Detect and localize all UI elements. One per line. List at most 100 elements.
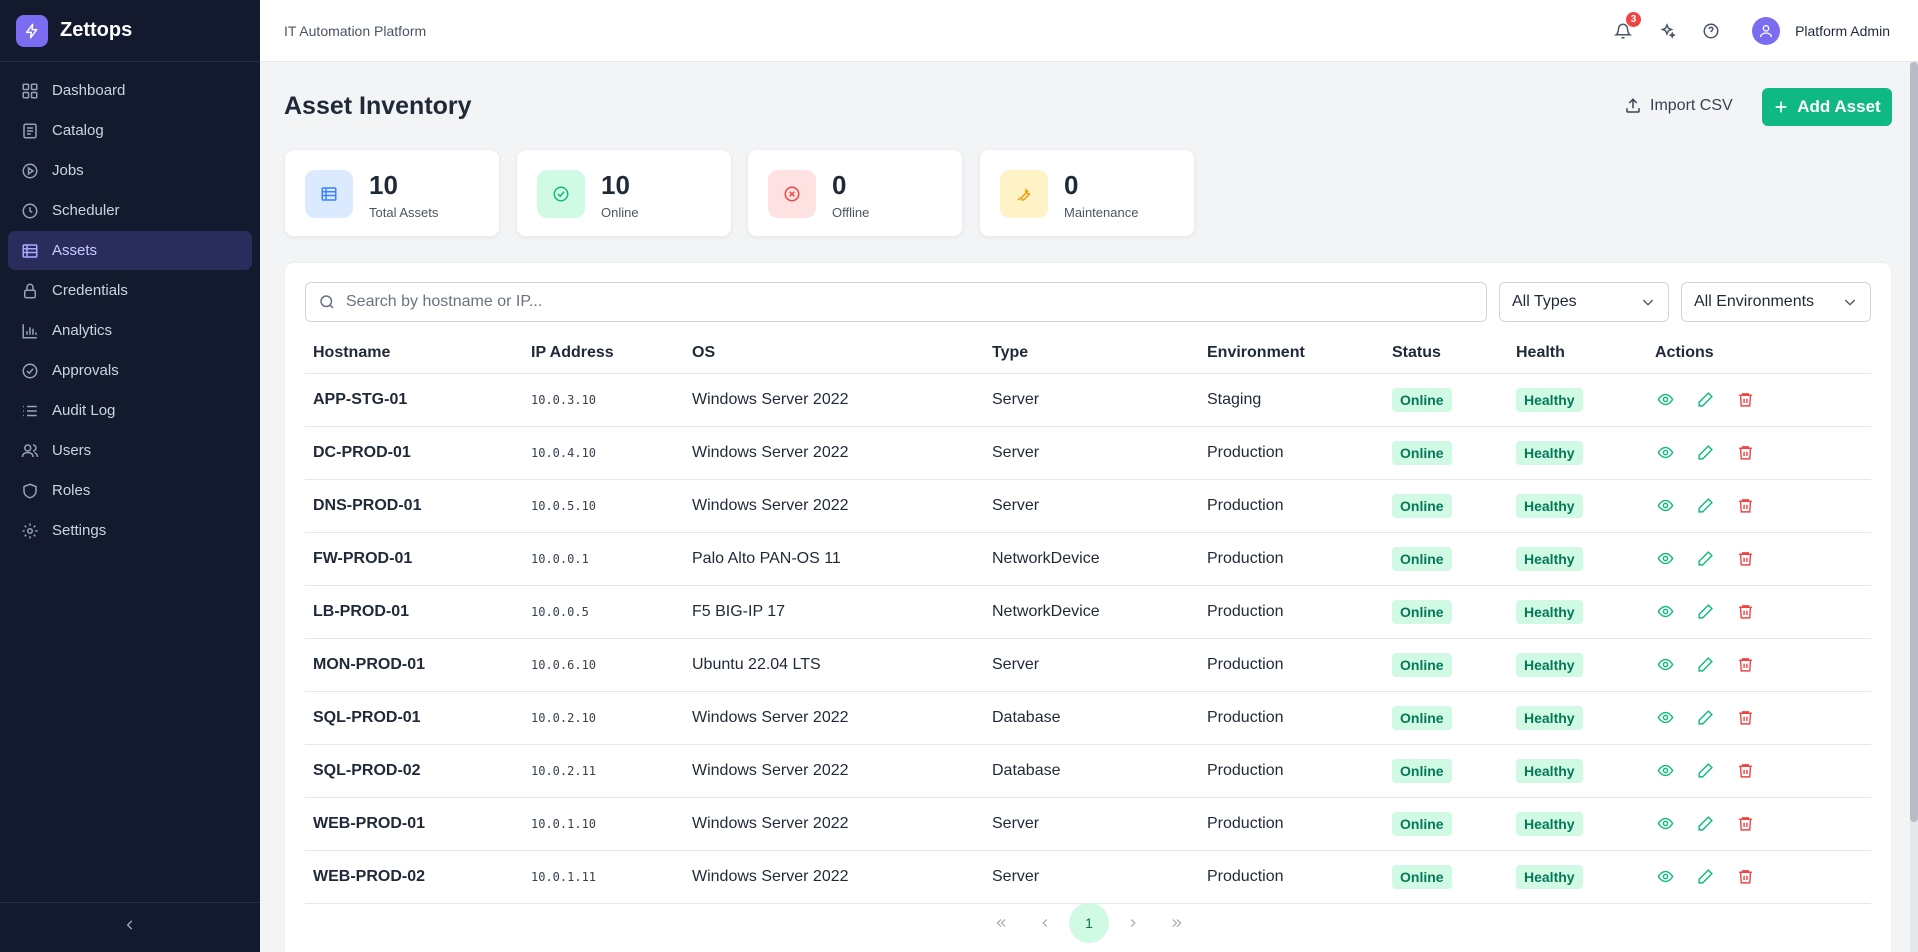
search-input[interactable] bbox=[346, 293, 1446, 311]
pencil-icon[interactable] bbox=[1695, 814, 1715, 834]
pencil-icon[interactable] bbox=[1695, 549, 1715, 569]
cell-status: Online bbox=[1384, 691, 1508, 745]
help-icon[interactable] bbox=[1700, 20, 1722, 42]
sidebar-item-jobs[interactable]: Jobs bbox=[8, 151, 252, 190]
cell-health: Healthy bbox=[1508, 797, 1647, 851]
pencil-icon[interactable] bbox=[1695, 867, 1715, 887]
trash-icon[interactable] bbox=[1735, 761, 1755, 781]
column-header-type[interactable]: Type bbox=[984, 333, 1199, 374]
eye-icon[interactable] bbox=[1655, 814, 1675, 834]
table-row[interactable]: DNS-PROD-01 10.0.5.10 Windows Server 202… bbox=[305, 479, 1871, 533]
sidebar-item-assets[interactable]: Assets bbox=[8, 231, 252, 270]
table-row[interactable]: MON-PROD-01 10.0.6.10 Ubuntu 22.04 LTS S… bbox=[305, 638, 1871, 692]
stat-card-offline: 0 Offline bbox=[747, 149, 963, 237]
sidebar-item-catalog[interactable]: Catalog bbox=[8, 111, 252, 150]
type-filter-select[interactable]: All Types bbox=[1499, 282, 1669, 322]
eye-icon[interactable] bbox=[1655, 390, 1675, 410]
page-number-current[interactable]: 1 bbox=[1069, 903, 1109, 943]
bell-icon[interactable]: 3 bbox=[1612, 12, 1642, 42]
sidebar-item-scheduler[interactable]: Scheduler bbox=[8, 191, 252, 230]
sidebar-item-dashboard[interactable]: Dashboard bbox=[8, 71, 252, 110]
avatar[interactable] bbox=[1752, 17, 1781, 45]
sidebar-item-label: Jobs bbox=[52, 162, 84, 179]
column-header-ip[interactable]: IP Address bbox=[523, 333, 684, 374]
sidebar-item-users[interactable]: Users bbox=[8, 431, 252, 470]
brand[interactable]: Zettops bbox=[0, 0, 260, 62]
search-box[interactable] bbox=[305, 282, 1487, 322]
pencil-icon[interactable] bbox=[1695, 655, 1715, 675]
next-page-icon[interactable] bbox=[1113, 903, 1153, 943]
sidebar-item-label: Roles bbox=[52, 482, 91, 499]
import-csv-button[interactable]: Import CSV bbox=[1624, 88, 1742, 124]
prev-page-icon[interactable] bbox=[1025, 903, 1065, 943]
add-asset-button[interactable]: Add Asset bbox=[1762, 88, 1892, 126]
trash-icon[interactable] bbox=[1735, 496, 1755, 516]
user-name[interactable]: Platform Admin bbox=[1795, 23, 1890, 39]
pencil-icon[interactable] bbox=[1695, 390, 1715, 410]
first-page-icon[interactable] bbox=[981, 903, 1021, 943]
column-header-hostname[interactable]: Hostname bbox=[305, 333, 523, 374]
cell-environment: Production bbox=[1199, 532, 1384, 586]
table-row[interactable]: LB-PROD-01 10.0.0.5 F5 BIG-IP 17 Network… bbox=[305, 585, 1871, 639]
health-badge: Healthy bbox=[1516, 387, 1583, 412]
eye-icon[interactable] bbox=[1655, 867, 1675, 887]
sparkles-icon[interactable] bbox=[1656, 20, 1678, 42]
trash-icon[interactable] bbox=[1735, 655, 1755, 675]
column-header-status[interactable]: Status bbox=[1384, 333, 1508, 374]
check-circle-icon bbox=[537, 170, 585, 218]
table-row[interactable]: SQL-PROD-01 10.0.2.10 Windows Server 202… bbox=[305, 691, 1871, 745]
pencil-icon[interactable] bbox=[1695, 602, 1715, 622]
sidebar-collapse-button[interactable] bbox=[0, 902, 260, 952]
table-row[interactable]: FW-PROD-01 10.0.0.1 Palo Alto PAN-OS 11 … bbox=[305, 532, 1871, 586]
last-page-icon[interactable] bbox=[1157, 903, 1197, 943]
cell-hostname: APP-STG-01 bbox=[305, 373, 523, 427]
eye-icon[interactable] bbox=[1655, 602, 1675, 622]
table-row[interactable]: WEB-PROD-02 10.0.1.11 Windows Server 202… bbox=[305, 850, 1871, 904]
sidebar-item-analytics[interactable]: Analytics bbox=[8, 311, 252, 350]
trash-icon[interactable] bbox=[1735, 867, 1755, 887]
cell-health: Healthy bbox=[1508, 585, 1647, 639]
column-header-health[interactable]: Health bbox=[1508, 333, 1647, 374]
page-scrollbar-thumb[interactable] bbox=[1910, 62, 1918, 822]
eye-icon[interactable] bbox=[1655, 655, 1675, 675]
cell-status: Online bbox=[1384, 850, 1508, 904]
table-row[interactable]: WEB-PROD-01 10.0.1.10 Windows Server 202… bbox=[305, 797, 1871, 851]
pencil-icon[interactable] bbox=[1695, 708, 1715, 728]
trash-icon[interactable] bbox=[1735, 814, 1755, 834]
trash-icon[interactable] bbox=[1735, 602, 1755, 622]
sidebar-item-settings[interactable]: Settings bbox=[8, 511, 252, 550]
cell-ip: 10.0.0.1 bbox=[523, 532, 684, 586]
cell-ip: 10.0.6.10 bbox=[523, 638, 684, 692]
import-csv-label: Import CSV bbox=[1650, 97, 1733, 114]
eye-icon[interactable] bbox=[1655, 549, 1675, 569]
eye-icon[interactable] bbox=[1655, 496, 1675, 516]
table-row[interactable]: DC-PROD-01 10.0.4.10 Windows Server 2022… bbox=[305, 426, 1871, 480]
notification-badge: 3 bbox=[1626, 12, 1642, 27]
pencil-icon[interactable] bbox=[1695, 496, 1715, 516]
sidebar-item-roles[interactable]: Roles bbox=[8, 471, 252, 510]
eye-icon[interactable] bbox=[1655, 708, 1675, 728]
sidebar-item-credentials[interactable]: Credentials bbox=[8, 271, 252, 310]
stat-value: 10 bbox=[369, 170, 398, 200]
trash-icon[interactable] bbox=[1735, 390, 1755, 410]
cell-environment: Production bbox=[1199, 638, 1384, 692]
environment-filter-select[interactable]: All Environments bbox=[1681, 282, 1871, 322]
sidebar-item-approvals[interactable]: Approvals bbox=[8, 351, 252, 390]
lock-icon bbox=[20, 281, 40, 301]
eye-icon[interactable] bbox=[1655, 443, 1675, 463]
health-badge: Healthy bbox=[1516, 864, 1583, 889]
table-row[interactable]: SQL-PROD-02 10.0.2.11 Windows Server 202… bbox=[305, 744, 1871, 798]
cell-type: Server bbox=[984, 426, 1199, 480]
trash-icon[interactable] bbox=[1735, 708, 1755, 728]
eye-icon[interactable] bbox=[1655, 761, 1675, 781]
pencil-icon[interactable] bbox=[1695, 443, 1715, 463]
sidebar-item-audit-log[interactable]: Audit Log bbox=[8, 391, 252, 430]
pencil-icon[interactable] bbox=[1695, 761, 1715, 781]
column-header-environment[interactable]: Environment bbox=[1199, 333, 1384, 374]
table-row[interactable]: APP-STG-01 10.0.3.10 Windows Server 2022… bbox=[305, 373, 1871, 427]
cell-hostname: DNS-PROD-01 bbox=[305, 479, 523, 533]
trash-icon[interactable] bbox=[1735, 443, 1755, 463]
column-header-os[interactable]: OS bbox=[684, 333, 984, 374]
trash-icon[interactable] bbox=[1735, 549, 1755, 569]
status-badge: Online bbox=[1392, 864, 1452, 889]
